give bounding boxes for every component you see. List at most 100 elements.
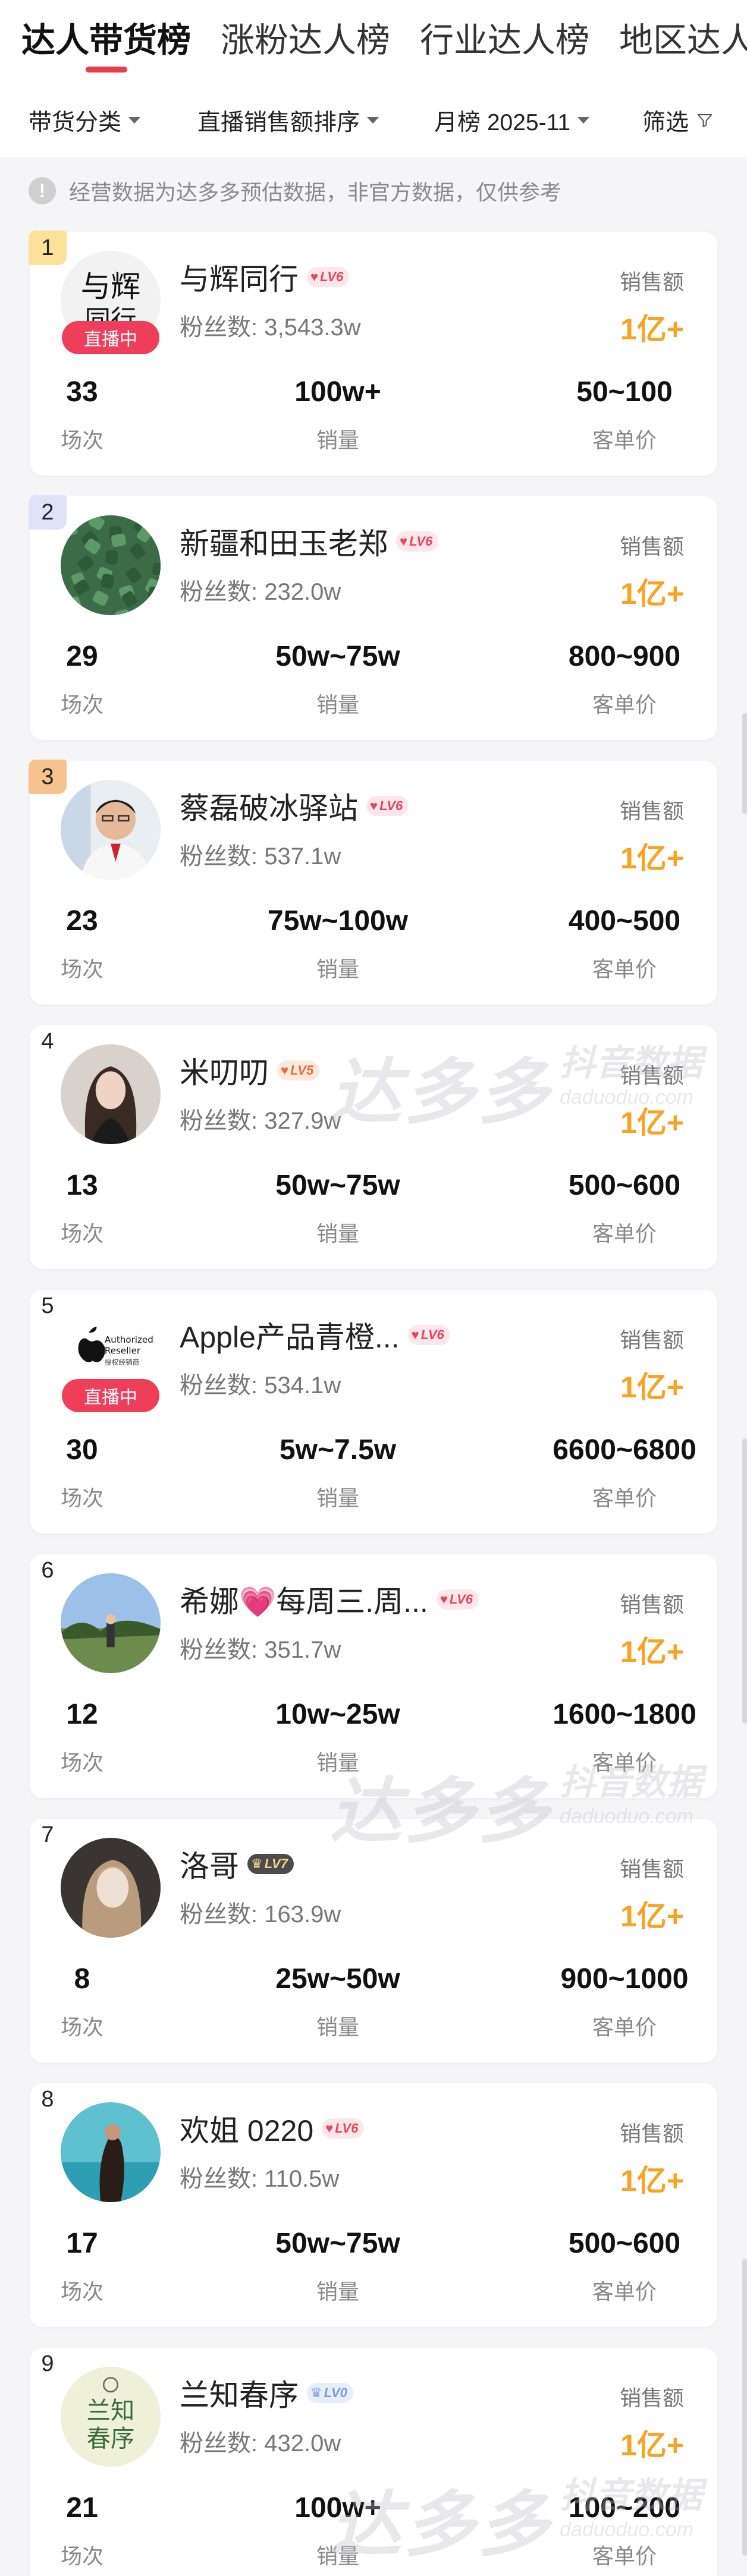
level-text: LV7 [264, 1856, 288, 1871]
ranking-card[interactable]: 6 希娜💗每周三.周... ♥ LV6 粉丝数: 351.7w 销售额 1亿+ … [30, 1554, 717, 1798]
sales-value: 1亿+ [620, 1900, 684, 1933]
avatar[interactable] [61, 1838, 161, 1938]
sales-value: 1亿+ [620, 1106, 684, 1139]
streamer-name-row[interactable]: 新疆和田玉老郑 ♥ LV6 [180, 520, 439, 563]
level-badge: ♥ LV6 [366, 796, 409, 816]
level-text: LV6 [379, 798, 403, 813]
unit-price-label: 客单价 [592, 428, 657, 452]
sessions-label: 场次 [60, 428, 104, 452]
fans-value: 3,543.3w [264, 314, 361, 341]
tab-industry-ranking[interactable]: 行业达人榜 [420, 0, 589, 62]
volume-value: 100w+ [294, 2492, 381, 2524]
fans-prefix: 粉丝数: [180, 1108, 265, 1134]
volume-label: 销量 [316, 1221, 360, 1246]
live-badge[interactable]: 直播中 [62, 321, 159, 354]
fans-count: 粉丝数: 327.9w [180, 1101, 341, 1136]
volume-value: 100w+ [294, 376, 381, 408]
info-icon: ! [29, 177, 56, 204]
fans-count: 粉丝数: 351.7w [180, 1630, 341, 1665]
streamer-name: 洛哥 [180, 1850, 239, 1883]
fans-prefix: 粉丝数: [180, 314, 265, 341]
scrollbar-thumb[interactable] [742, 713, 747, 814]
fans-count: 粉丝数: 534.1w [180, 1366, 341, 1400]
streamer-name-row[interactable]: 欢姐 0220 ♥ LV6 [180, 2107, 365, 2150]
sessions-label: 场次 [60, 2279, 104, 2304]
volume-value: 50w~75w [275, 2228, 400, 2259]
streamer-name-row[interactable]: 兰知春序 ♛ LV0 [180, 2372, 353, 2414]
unit-price-value: 900~1000 [560, 1963, 689, 1995]
volume-label: 销量 [316, 2544, 360, 2568]
sessions-value: 29 [66, 641, 98, 672]
level-text: LV0 [324, 2385, 347, 2400]
ranking-card[interactable]: 9 兰知 春序 兰知春序 ♛ LV0 粉丝数: 432.0w 销售额 1亿+ 21… [30, 2348, 717, 2576]
ranking-card[interactable]: 2 新疆和田玉老郑 ♥ LV6 粉丝数: 232.0w 销售额 1亿+ 29 场… [29, 495, 717, 740]
heart-icon: ♥ [440, 1592, 448, 1607]
tab-region-ranking[interactable]: 地区达人榜 [619, 0, 747, 62]
scrollbar-thumb[interactable] [742, 1438, 747, 1724]
avatar[interactable] [61, 780, 161, 880]
streamer-name-row[interactable]: 蔡磊破冰驿站 ♥ LV6 [180, 785, 409, 827]
period-filter[interactable]: 月榜 2025-11 [434, 104, 642, 137]
sort-filter[interactable]: 直播销售额排序 [197, 104, 434, 137]
sales-label: 销售额 [619, 1063, 684, 1088]
avatar[interactable] [61, 1573, 161, 1673]
screen-filter[interactable]: 筛选 [642, 104, 714, 137]
fans-prefix: 粉丝数: [180, 843, 265, 870]
streamer-name-row[interactable]: 与辉同行 ♥ LV6 [180, 256, 350, 298]
level-text: LV6 [335, 2121, 359, 2136]
fans-count: 粉丝数: 537.1w [180, 837, 341, 871]
unit-price-label: 客单价 [592, 957, 657, 981]
fans-count: 粉丝数: 163.9w [180, 1895, 341, 1929]
sales-label: 销售额 [619, 534, 684, 559]
volume-label: 销量 [316, 957, 360, 981]
rank-badge: 9 [41, 2351, 54, 2376]
streamer-name-row[interactable]: 米叨叨 ♥ LV5 [180, 1049, 320, 1092]
sales-value: 1亿+ [620, 842, 684, 875]
avatar[interactable] [61, 1044, 161, 1144]
avatar[interactable]: 兰知 春序 [61, 2367, 161, 2467]
tab-fans-growth-ranking[interactable]: 涨粉达人榜 [221, 0, 390, 62]
sales-value: 1亿+ [620, 1371, 684, 1404]
crown-icon: ♛ [310, 2385, 322, 2400]
svg-text:春序: 春序 [87, 2424, 135, 2452]
volume-label: 销量 [316, 1486, 360, 1510]
streamer-name-row[interactable]: 希娜💗每周三.周... ♥ LV6 [180, 1578, 479, 1621]
scrollbar-thumb[interactable] [742, 2259, 747, 2556]
level-text: LV6 [420, 1327, 444, 1342]
period-filter-label: 月榜 2025-11 [434, 109, 571, 136]
ranking-card[interactable]: 1 与辉 同行 直播中 与辉同行 ♥ LV6 粉丝数: 3,543.3w 销售额 … [29, 231, 717, 475]
fans-value: 232.0w [264, 579, 341, 605]
ranking-card[interactable]: 5 Authorized Reseller 授权经销商 直播中 Apple产品青橙.… [30, 1290, 717, 1533]
fans-value: 534.1w [264, 1372, 341, 1399]
ranking-card[interactable]: 7 洛哥 ♛ LV7 粉丝数: 163.9w 销售额 1亿+ 8 场次 25w~… [30, 1819, 717, 2062]
level-badge: ♥ LV6 [307, 267, 350, 287]
sessions-label: 场次 [60, 957, 104, 981]
volume-label: 销量 [316, 692, 360, 717]
fans-count: 粉丝数: 232.0w [180, 572, 341, 607]
streamer-name-row[interactable]: 洛哥 ♛ LV7 [180, 1843, 294, 1885]
volume-label: 销量 [316, 2279, 360, 2304]
level-badge: ♥ LV5 [277, 1060, 320, 1081]
rank-badge: 6 [41, 1557, 54, 1583]
avatar[interactable] [61, 2102, 161, 2202]
unit-price-value: 1600~1800 [553, 1699, 696, 1730]
ranking-card[interactable]: 3 蔡磊破冰驿站 ♥ LV6 粉丝数: 537.1w 销售额 1亿+ 23 场次… [29, 760, 717, 1004]
unit-price-value: 500~600 [568, 2228, 681, 2259]
svg-text:授权经销商: 授权经销商 [105, 1358, 140, 1366]
ranking-card[interactable]: 8 欢姐 0220 ♥ LV6 粉丝数: 110.5w 销售额 1亿+ 17 场… [30, 2083, 717, 2327]
ranking-card[interactable]: 4 米叨叨 ♥ LV5 粉丝数: 327.9w 销售额 1亿+ 13 场次 50… [30, 1025, 717, 1269]
category-filter[interactable]: 带货分类 [29, 104, 197, 137]
streamer-name-row[interactable]: Apple产品青橙... ♥ LV6 [180, 1314, 450, 1356]
live-badge[interactable]: 直播中 [62, 1379, 159, 1412]
level-text: LV6 [449, 1592, 473, 1607]
sales-label: 销售额 [619, 1328, 684, 1352]
heart-icon: ♥ [281, 1063, 289, 1078]
volume-value: 25w~50w [275, 1963, 400, 1995]
sessions-value: 12 [66, 1699, 98, 1730]
volume-value: 10w~25w [275, 1699, 400, 1730]
sessions-value: 17 [66, 2228, 98, 2259]
unit-price-value: 500~600 [568, 1170, 681, 1201]
avatar[interactable] [61, 515, 161, 615]
tab-sales-ranking[interactable]: 达人带货榜 [21, 0, 191, 62]
streamer-name: 与辉同行 [180, 263, 299, 296]
